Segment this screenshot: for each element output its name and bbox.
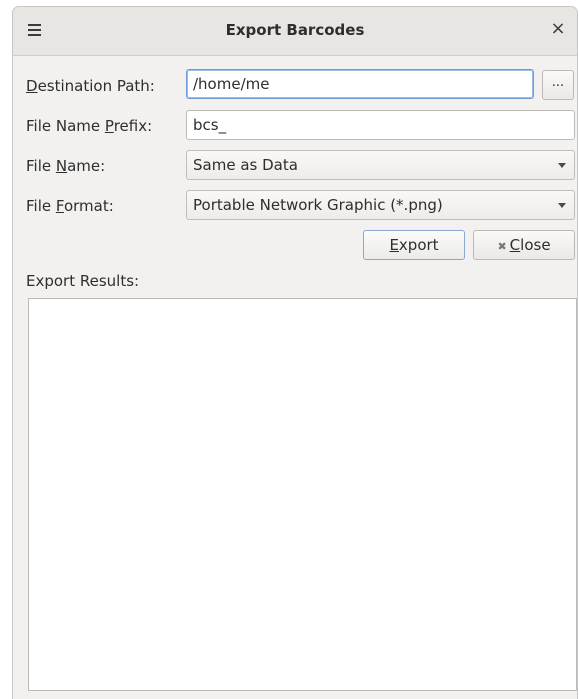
destination-path-input[interactable]: /home/me bbox=[186, 69, 534, 99]
export-barcodes-dialog: Export Barcodes × Destination Path: /hom… bbox=[12, 6, 578, 699]
export-results-label: Export Results: bbox=[26, 272, 140, 290]
file-format-select[interactable]: Portable Network Graphic (*.png) bbox=[186, 190, 575, 220]
export-results-textarea[interactable] bbox=[28, 298, 577, 691]
file-name-selected-value: Same as Data bbox=[193, 156, 298, 174]
file-name-prefix-input[interactable]: bcs_ bbox=[186, 110, 575, 140]
file-format-selected-value: Portable Network Graphic (*.png) bbox=[193, 196, 443, 214]
file-name-select[interactable]: Same as Data bbox=[186, 150, 575, 180]
export-button[interactable]: Export bbox=[363, 230, 465, 260]
file-name-label: File Name: bbox=[26, 157, 106, 175]
browse-button[interactable]: ... bbox=[542, 70, 574, 100]
close-button[interactable]: ✖ Close bbox=[473, 230, 575, 260]
destination-path-label: Destination Path: bbox=[26, 77, 155, 95]
file-format-label: File Format: bbox=[26, 197, 114, 215]
dialog-title: Export Barcodes bbox=[225, 21, 365, 39]
title-bar: Export Barcodes × bbox=[13, 7, 577, 56]
chevron-down-icon bbox=[558, 163, 566, 168]
close-window-icon[interactable]: × bbox=[547, 18, 569, 40]
chevron-down-icon bbox=[558, 203, 566, 208]
close-icon: ✖ bbox=[497, 240, 507, 253]
file-name-prefix-label: File Name Prefix: bbox=[26, 117, 153, 135]
